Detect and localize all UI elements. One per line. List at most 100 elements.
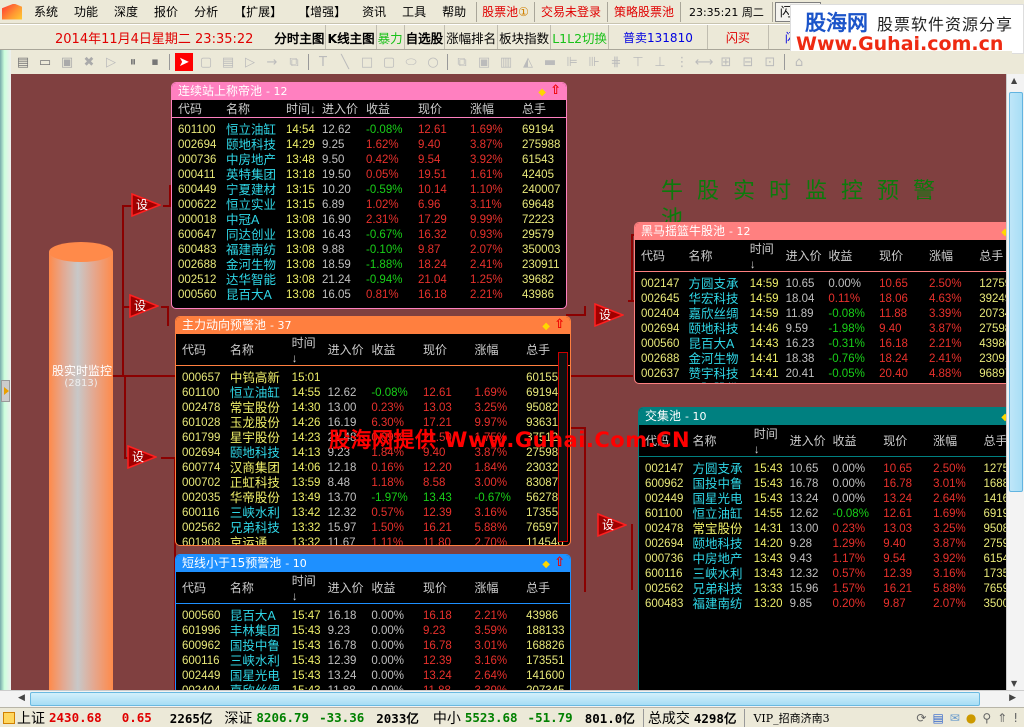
copy-icon[interactable]: ⧉ xyxy=(453,53,471,71)
paste-icon[interactable]: ▣ xyxy=(475,53,493,71)
arrow-icon[interactable]: → xyxy=(263,53,281,71)
arrow-up-icon[interactable]: ⇧ xyxy=(554,317,565,333)
text-icon[interactable]: T xyxy=(314,53,332,71)
menu-quote[interactable]: 报价 xyxy=(146,0,186,24)
column-header-code[interactable]: 代码 xyxy=(172,100,220,118)
pool-continuous[interactable]: 连续站上称帝池 - 12 ◆ ⇧ 代码 名称 时间↓ 进入价 收益 现价 涨幅 总手 601100 恒立油… xyxy=(171,82,567,309)
distribute-v-icon[interactable]: ⋮ xyxy=(673,53,691,71)
align-left-icon[interactable]: ⊫ xyxy=(563,53,581,71)
arrow-up-icon[interactable]: ⇧ xyxy=(550,83,561,99)
arrow-up-icon[interactable]: ⇧ xyxy=(554,555,565,571)
same-width-icon[interactable]: ⟷ xyxy=(695,53,714,71)
filter-node[interactable]: 设 xyxy=(131,192,163,218)
table-row[interactable]: 601100 恒立油缸 14:55 12.62 -0.08% 12.61 1.69% 6919 xyxy=(639,507,1006,522)
column-header-time[interactable]: 时间↓ xyxy=(747,425,784,457)
notes-icon[interactable]: ▤ xyxy=(932,711,943,725)
violent-button[interactable]: 暴力 xyxy=(377,28,404,47)
table-row[interactable]: 002694 颐地科技 14:20 9.28 1.29% 9.40 3.87% 2759 xyxy=(639,537,1006,552)
table-row[interactable]: 002478 常宝股份 14:31 13.00 0.23% 13.03 3.25% 9508 xyxy=(639,522,1006,537)
pool-header[interactable]: 交集池- 10◆ xyxy=(639,408,1006,425)
column-header-entry-price[interactable]: 进入价 xyxy=(779,240,823,272)
scroll-up-icon[interactable]: ▲ xyxy=(1011,76,1017,85)
distribute-icon[interactable]: ⋕ xyxy=(607,53,625,71)
watchlist-button[interactable]: 自选股 xyxy=(405,28,445,47)
table-row[interactable]: 600116 三峡水利 13:42 12.32 0.57% 12.39 3.16% 17355… xyxy=(176,506,570,521)
column-header-price[interactable]: 现价 xyxy=(873,240,923,272)
column-header-change[interactable]: 涨幅 xyxy=(464,100,516,118)
table-row[interactable]: 000018 中冠A 13:08 16.90 2.31% 17.29 9.99% 72223 xyxy=(172,213,566,228)
delete-icon[interactable]: ✖ xyxy=(80,53,98,71)
menu-extend[interactable]: 【扩展】 xyxy=(226,0,290,24)
align-middle-icon[interactable]: ⊥ xyxy=(651,53,669,71)
trash-icon[interactable]: ▥ xyxy=(497,53,515,71)
column-header-entry-price[interactable]: 进入价 xyxy=(316,100,360,118)
pause-icon[interactable]: ⏸ xyxy=(124,53,142,71)
scroll-left-icon[interactable]: ◀ xyxy=(18,693,25,703)
table-row[interactable]: 002035 华帝股份 13:49 13.70 -1.97% 13.43 -0.67% 562… xyxy=(176,491,570,506)
mail-icon[interactable]: ✉ xyxy=(950,711,960,725)
column-header-code[interactable]: 代码 xyxy=(176,334,224,366)
column-header-name[interactable]: 名称 xyxy=(220,100,280,118)
column-header-name[interactable]: 名称 xyxy=(223,334,286,366)
save-icon[interactable]: ▣ xyxy=(58,53,76,71)
ellipse-icon[interactable]: ⬭ xyxy=(402,53,420,71)
document-icon[interactable]: ▤ xyxy=(14,53,32,71)
column-header-time[interactable]: 时间↓ xyxy=(743,240,780,272)
column-header-profit[interactable]: 收益 xyxy=(826,425,878,457)
list-icon[interactable]: ▤ xyxy=(219,53,237,71)
table-row[interactable]: 002580圣阳股份14:4121.000.43%21.092.93%32265 xyxy=(635,382,1006,384)
layout-icon[interactable]: ⌂ xyxy=(790,53,808,71)
rect-icon[interactable]: □ xyxy=(358,53,376,71)
column-header-time[interactable]: 时间↓ xyxy=(280,100,316,118)
column-header-volume[interactable]: 总手 xyxy=(973,240,1006,272)
menu-analysis[interactable]: 分析 xyxy=(186,0,226,24)
column-header-name[interactable]: 名称 xyxy=(223,572,286,604)
menu-system[interactable]: 系统 xyxy=(26,0,66,24)
column-header-price[interactable]: 现价 xyxy=(877,425,928,457)
quick-sell-button[interactable]: 普卖131810 xyxy=(609,29,707,46)
table-row[interactable]: 002147 方圆支承 15:43 10.65 0.00% 10.65 2.50% 1275 xyxy=(639,462,1006,477)
scroll-down-icon[interactable]: ▼ xyxy=(1011,679,1017,688)
align-center-icon[interactable]: ⊪ xyxy=(585,53,603,71)
table-row[interactable]: 000702 正虹科技 13:59 8.48 1.18% 8.58 3.00% 83087 xyxy=(176,476,570,491)
pool-header[interactable]: 黑马摇篮牛股池- 12◆ xyxy=(635,223,1006,240)
table-row[interactable]: 600962 国投中鲁 15:43 16.78 0.00% 16.78 3.01% 16882… xyxy=(176,639,570,654)
fill-icon[interactable]: ◭ xyxy=(519,53,537,71)
table-row[interactable]: 002478 常宝股份 14:30 13.00 0.23% 13.03 3.25% 95082 xyxy=(176,401,570,416)
column-header-entry-price[interactable]: 进入价 xyxy=(321,334,366,366)
pool-header[interactable]: 连续站上称帝池 - 12 ◆ ⇧ xyxy=(172,83,566,100)
column-header-volume[interactable]: 总手 xyxy=(516,100,566,118)
table-row[interactable]: 601100 恒立油缸 14:55 12.62 -0.08% 12.61 1.69% 6919… xyxy=(176,386,570,401)
more-icon[interactable]: ! xyxy=(1013,711,1018,725)
column-header-volume[interactable]: 总手 xyxy=(977,425,1006,457)
table-row[interactable]: 002449 国星光电 15:43 13.24 0.00% 13.24 2.64% 1416 xyxy=(639,492,1006,507)
column-header-time[interactable]: 时间↓ xyxy=(285,572,322,604)
column-header-change[interactable]: 涨幅 xyxy=(468,572,521,604)
server-name[interactable]: VIP_招商济南3 xyxy=(749,710,833,726)
table-row[interactable]: 002645 华宏科技 14:59 18.04 0.11% 18.06 4.63% 39249 xyxy=(635,292,1006,307)
table-row[interactable]: 600116 三峡水利 15:43 12.39 0.00% 12.39 3.16% 17355… xyxy=(176,654,570,669)
column-header-change[interactable]: 涨幅 xyxy=(468,334,521,366)
table-row[interactable]: 002694 颐地科技 14:46 9.59 -1.98% 9.40 3.87% 27598 xyxy=(635,322,1006,337)
sector-index-button[interactable]: 板块指数 xyxy=(498,28,550,47)
table-row[interactable]: 000560 昆百大A 13:08 16.05 0.81% 16.18 2.21% 43986 xyxy=(172,288,566,303)
table-row[interactable]: 002512 达华智能 13:08 21.24 -0.94% 21.04 1.25% 3968… xyxy=(172,273,566,288)
diamond-icon[interactable]: ◆ xyxy=(538,84,546,101)
table-row[interactable]: 002449 国星光电 15:43 13.24 0.00% 13.24 2.64% 14160… xyxy=(176,669,570,684)
table-row[interactable]: 000560 昆百大A 15:47 16.18 0.00% 16.18 2.21% 43986 xyxy=(176,609,570,624)
horizontal-scrollbar[interactable]: ◀ ▶ xyxy=(0,690,1024,707)
column-header-code[interactable]: 代码 xyxy=(635,240,683,272)
line-width-icon[interactable]: ▬ xyxy=(541,53,559,71)
same-size-v-icon[interactable]: ⊡ xyxy=(761,53,779,71)
trade-login-button[interactable]: 交易未登录 xyxy=(537,0,605,24)
up-icon[interactable]: ⇑ xyxy=(997,711,1007,725)
table-row[interactable]: 002688 金河生物 13:08 18.59 -1.88% 18.24 2.41% 2309… xyxy=(172,258,566,273)
pool-header[interactable]: 主力动向预警池 - 37 ◆ ⇧ xyxy=(176,317,570,334)
expand-arrow-icon[interactable] xyxy=(1,380,10,402)
table-row[interactable]: 002694 颐地科技 14:29 9.25 1.62% 9.40 3.87% 275988 xyxy=(172,138,566,153)
diamond-icon[interactable]: ◆ xyxy=(542,318,550,335)
pool-header[interactable]: 短线小于15预警池 - 10 ◆ ⇧ xyxy=(176,555,570,572)
column-header-code[interactable]: 代码 xyxy=(176,572,224,604)
menu-tools[interactable]: 工具 xyxy=(394,0,434,24)
table-row[interactable]: 600483 福建南纺 13:08 9.88 -0.10% 9.87 2.07% 350003 xyxy=(172,243,566,258)
